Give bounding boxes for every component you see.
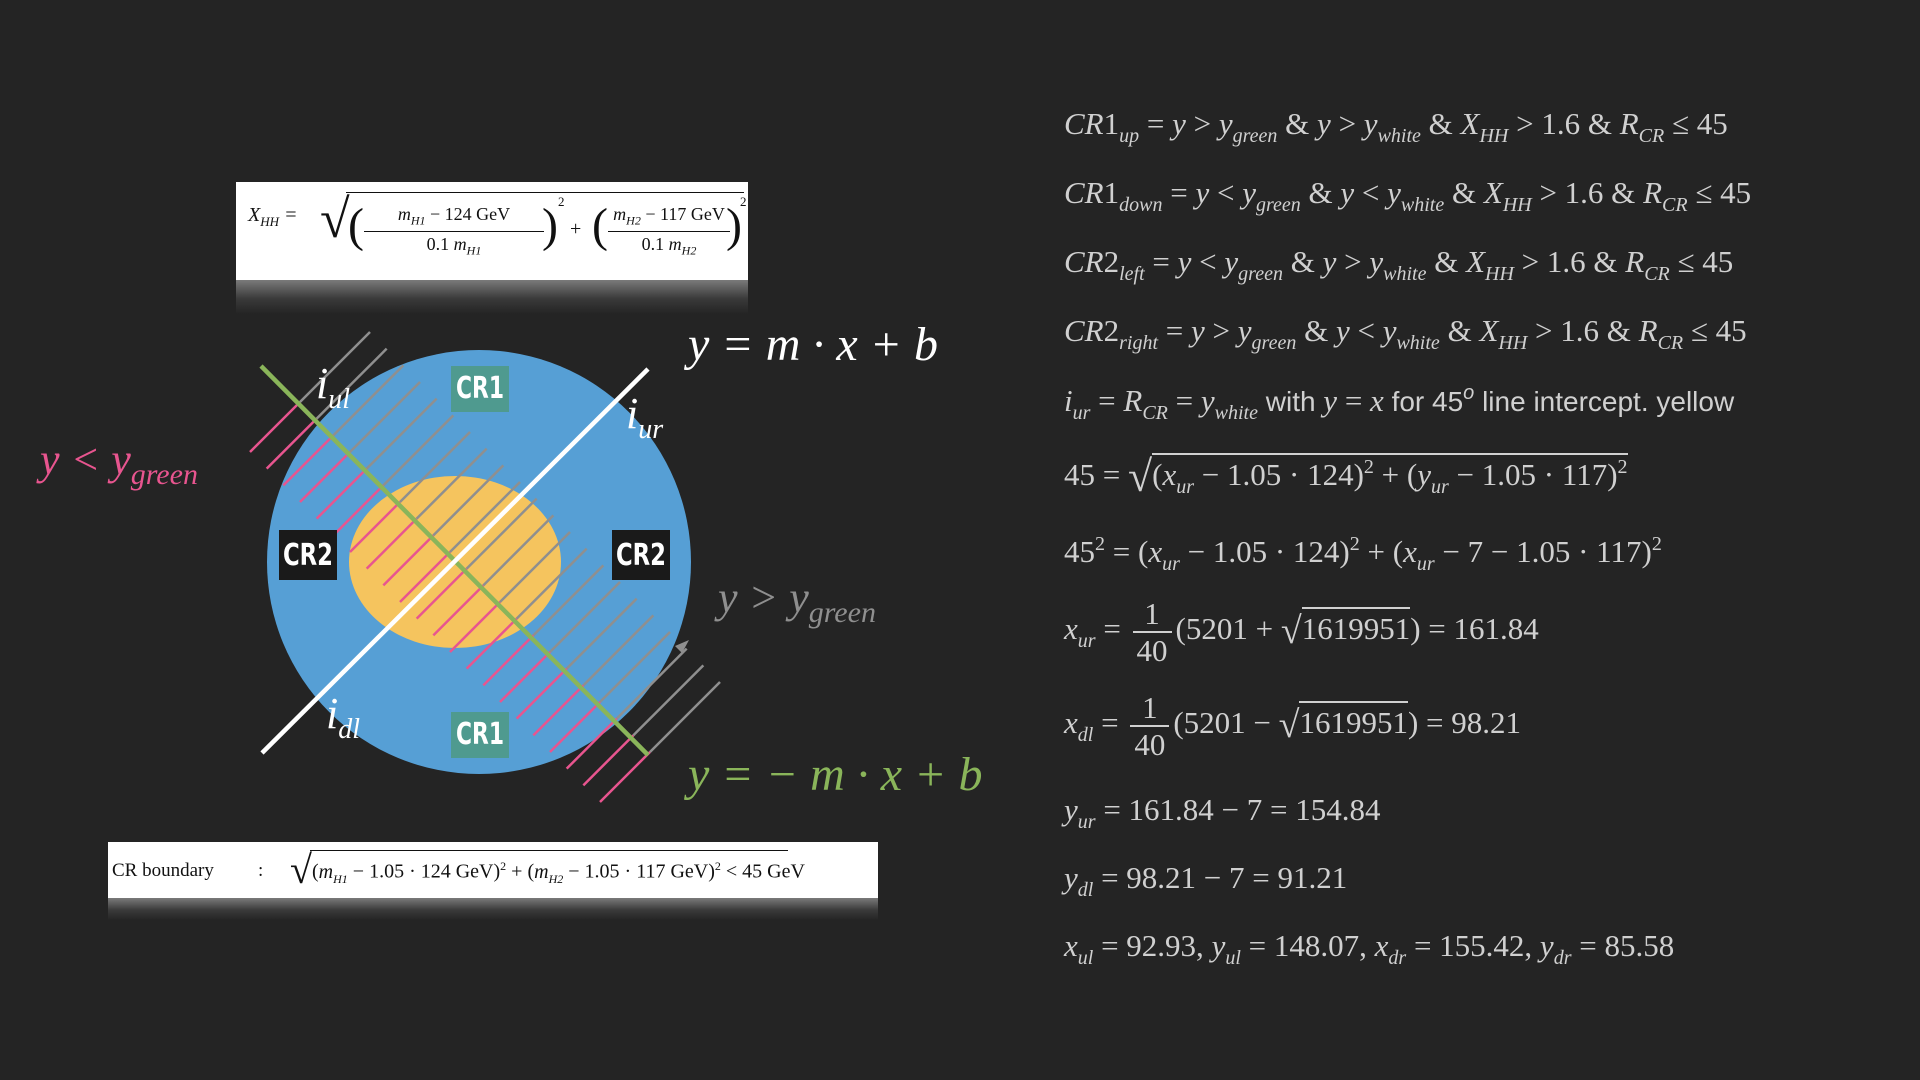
grey-condition-label: y > ygreen	[714, 573, 876, 629]
equation-x-ur: xur = 1 40 (5201 + √1619951) = 161.84	[1064, 596, 1539, 668]
svg-text:CR1: CR1	[456, 717, 504, 752]
cr-boundary-colon: :	[258, 860, 264, 881]
equation-45-squared: 452 = (xur − 1.05 · 124)2 + (xur − 7 − 1…	[1064, 533, 1662, 575]
i-ur-label: iur	[626, 389, 663, 445]
cr-boundary-reflection	[108, 898, 878, 920]
equation-cr1-up: CR1up = y > ygreen & y > ywhite & XHH > …	[1064, 106, 1728, 147]
svg-text:CR2: CR2	[283, 538, 333, 573]
cr1-bottom-label: CR1	[451, 712, 509, 758]
svg-text:CR2: CR2	[616, 538, 666, 573]
grey-hatch-line	[649, 681, 721, 753]
cr-boundary-card: CR boundary : √ (mH1 − 1.05 · 124 GeV)2 …	[108, 842, 878, 898]
cr-boundary-label: CR boundary	[112, 860, 214, 881]
equation-45-radius: 45 = √(xur − 1.05 · 124)2 + (yur − 1.05 …	[1064, 452, 1628, 501]
equation-cr2-left: CR2left = y < ygreen & y > ywhite & XHH …	[1064, 244, 1734, 285]
pink-condition-label: y < ygreen	[36, 435, 198, 491]
equation-intercepts-summary: xul = 92.93, yul = 148.07, xdr = 155.42,…	[1064, 928, 1675, 969]
white-line-equation: y = m · x + b	[683, 318, 938, 371]
cr2-right-label: CR2	[612, 530, 670, 580]
equation-y-dl: ydl = 98.21 − 7 = 91.21	[1064, 860, 1348, 901]
cr2-left-label: CR2	[279, 530, 337, 580]
green-line-equation: y = − m · x + b	[683, 748, 982, 801]
equation-cr2-right: CR2right = y > ygreen & y < ywhite & XHH…	[1064, 313, 1747, 354]
xhh-card-reflection	[236, 280, 748, 314]
xhh-formula-card: XHH = √ ( mH1 − 124 GeV 0.1 mH1 ) 2 + ( …	[236, 182, 748, 280]
equation-y-ur: yur = 161.84 − 7 = 154.84	[1064, 792, 1381, 833]
equation-cr1-down: CR1down = y < ygreen & y < ywhite & XHH …	[1064, 175, 1752, 216]
grey-arrow-head	[675, 640, 689, 653]
cr1-top-label: CR1	[451, 366, 509, 412]
svg-text:CR1: CR1	[456, 371, 504, 406]
equation-iur-definition: iur = RCR = ywhite with y = x for 45o li…	[1064, 382, 1735, 424]
equation-x-dl: xdl = 1 40 (5201 − √1619951) = 98.21	[1064, 690, 1522, 762]
